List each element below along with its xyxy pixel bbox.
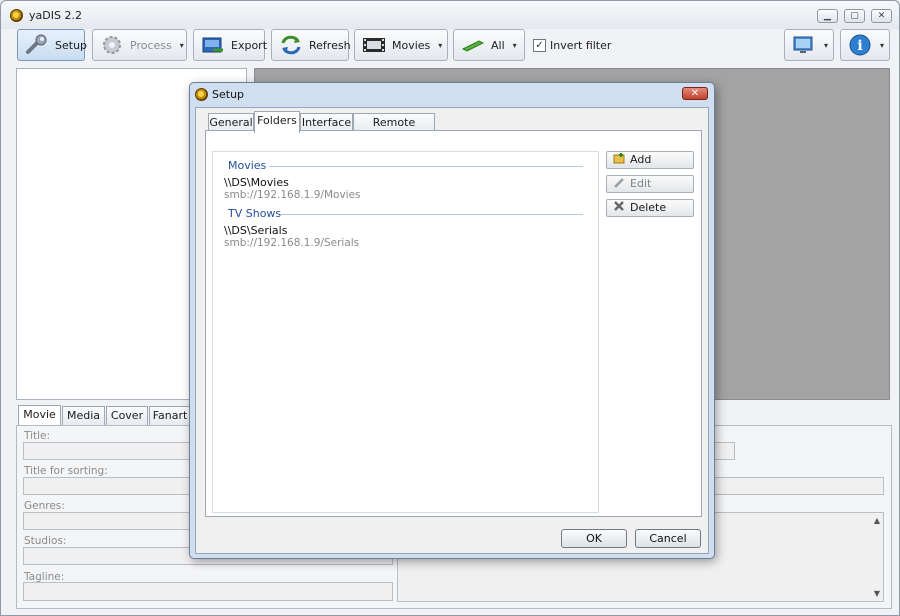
dialog-body: General Folders Interface Remote control… — [195, 107, 709, 554]
app-logo-icon — [195, 88, 208, 101]
tab-cover[interactable]: Cover — [106, 406, 148, 426]
app-title: yaDIS 2.2 — [29, 9, 82, 22]
info-icon: i — [848, 34, 872, 56]
edit-icon — [613, 176, 625, 193]
scroll-up-icon[interactable]: ▲ — [874, 516, 880, 525]
refresh-icon — [279, 34, 303, 56]
group-header-tv-shows: TV Shows — [228, 207, 282, 220]
setup-dialog: Setup ✕ General Folders Interface Remote… — [189, 82, 715, 559]
refresh-button[interactable]: Refresh — [271, 29, 351, 61]
refresh-label: Refresh — [309, 38, 351, 52]
minimize-button[interactable]: ▁ — [817, 9, 838, 23]
year-field[interactable] — [714, 442, 735, 460]
tab-fanart[interactable]: Fanart — [149, 406, 191, 426]
folder-path[interactable]: \\DS\Movies — [224, 176, 289, 189]
invert-filter-checkbox[interactable]: ✓ — [533, 39, 546, 52]
studios-field-label: Studios: — [24, 535, 67, 547]
group-divider — [281, 214, 583, 215]
svg-text:i: i — [857, 38, 862, 54]
tab-folders[interactable]: Folders — [254, 111, 300, 133]
export-label: Export — [231, 38, 268, 52]
dropdown-arrow-icon: ▾ — [438, 40, 443, 50]
add-icon — [613, 152, 625, 169]
group-header-movies: Movies — [228, 159, 267, 172]
genres-field-label: Genres: — [24, 500, 65, 512]
edit-folder-button[interactable]: Edit — [606, 175, 694, 193]
filter-all-dropdown[interactable]: All ▾ — [453, 29, 525, 61]
dropdown-arrow-icon: ▾ — [824, 40, 829, 50]
delete-folder-button[interactable]: Delete — [606, 199, 694, 217]
original-title-field[interactable] — [714, 477, 884, 495]
process-button[interactable]: Process ▾ — [92, 29, 187, 61]
title-sorting-field-label: Title for sorting: — [24, 465, 108, 477]
folder-path[interactable]: \\DS\Serials — [224, 224, 287, 237]
gear-icon — [100, 34, 124, 56]
add-label: Add — [630, 153, 652, 166]
title-field-label: Title: — [24, 430, 51, 442]
info-dropdown[interactable]: i ▾ — [840, 29, 890, 61]
close-window-button[interactable]: ✕ — [871, 9, 892, 23]
dropdown-arrow-icon: ▾ — [512, 40, 517, 50]
tab-media[interactable]: Media — [62, 406, 105, 426]
tagline-field[interactable] — [23, 582, 393, 601]
plot-textarea[interactable]: ▲ ▼ — [714, 512, 884, 602]
edit-label: Edit — [630, 177, 652, 190]
folders-pane: Movies \\DS\Movies smb://192.168.1.9/Mov… — [205, 130, 702, 517]
folder-url: smb://192.168.1.9/Serials — [224, 237, 360, 249]
group-divider — [269, 166, 583, 167]
filter-icon — [461, 34, 485, 56]
folder-list[interactable]: Movies \\DS\Movies smb://192.168.1.9/Mov… — [212, 151, 599, 513]
scroll-down-icon[interactable]: ▼ — [874, 589, 880, 598]
wrench-icon — [25, 34, 49, 56]
film-icon — [362, 34, 386, 56]
monitor-icon — [792, 34, 816, 56]
add-folder-button[interactable]: Add — [606, 151, 694, 169]
dialog-close-button[interactable]: ✕ — [682, 87, 708, 100]
export-button[interactable]: Export — [193, 29, 268, 61]
setup-label: Setup — [55, 38, 88, 52]
dropdown-arrow-icon: ▾ — [880, 40, 885, 50]
setup-button[interactable]: Setup — [17, 29, 88, 61]
tab-movie[interactable]: Movie — [18, 405, 61, 427]
export-icon — [201, 34, 225, 56]
delete-label: Delete — [630, 201, 667, 214]
delete-icon — [613, 200, 625, 217]
movies-dropdown[interactable]: Movies ▾ — [354, 29, 448, 61]
title-bar: yaDIS 2.2 ▁ ▢ ✕ — [1, 1, 899, 29]
process-label: Process — [130, 38, 172, 52]
display-settings-dropdown[interactable]: ▾ — [784, 29, 834, 61]
dropdown-arrow-icon: ▾ — [179, 40, 184, 50]
app-logo-icon — [10, 9, 23, 22]
all-label: All — [491, 38, 505, 52]
cancel-button[interactable]: Cancel — [635, 529, 701, 548]
movies-label: Movies — [392, 38, 431, 52]
maximize-button[interactable]: ▢ — [844, 9, 865, 23]
dialog-title: Setup — [212, 88, 245, 101]
ok-button[interactable]: OK — [561, 529, 627, 548]
invert-filter-label: Invert filter — [550, 39, 612, 52]
folder-url: smb://192.168.1.9/Movies — [224, 189, 361, 201]
